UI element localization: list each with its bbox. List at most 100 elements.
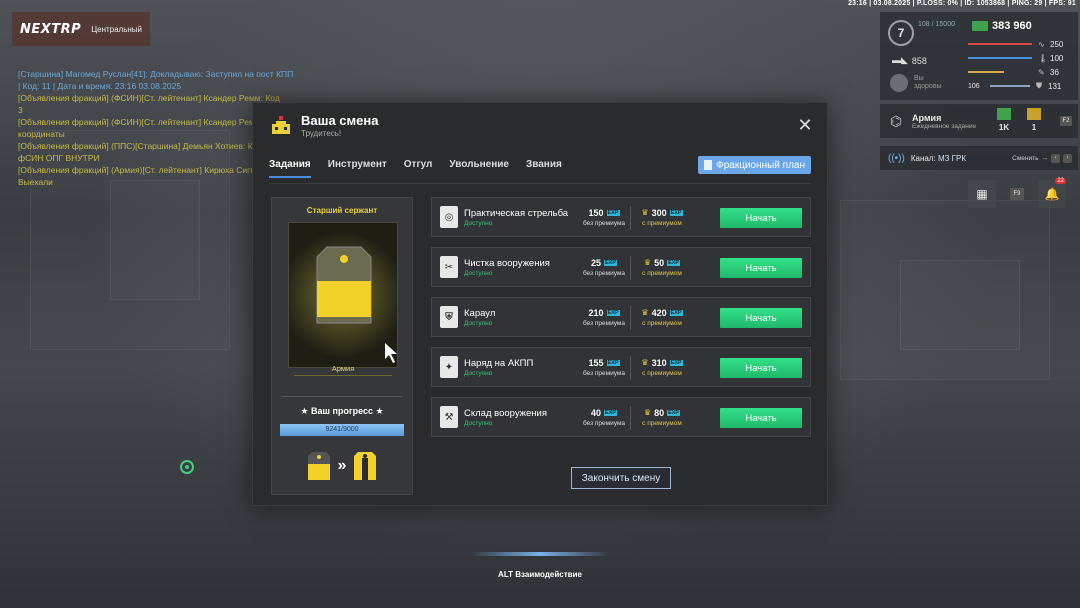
brush-icon: ✂ [440,256,458,278]
chat-line: | Код: 11 | Дата и время: 23:16 03.08.20… [18,81,182,91]
next-rank-icon [354,452,377,480]
current-rank-icon [307,452,330,480]
reward-premium: ♛ 310 EXP с премиумом [641,357,683,377]
bell-icon[interactable]: 🔔 22 [1038,178,1066,208]
tab-ranks[interactable]: Звания [526,159,562,178]
start-task-button[interactable]: Начать [720,408,802,428]
stat-health: ∿ 250 [968,38,1072,50]
gun-icon: ✦ [440,356,458,378]
player-hud: 7 108 / 15000 383 960 ∿ 250 🌡 100 ✎ 36 106 ⛊… [880,12,1078,100]
task-status: Доступно [464,419,493,427]
side-icons: ▦ F9 🔔 22 [968,178,1066,208]
chat-line: [Старшина] Магомед Руслан[41]: Докладыва… [18,69,294,79]
stat-food: ✎ 36 [968,66,1072,78]
reward-cash: 1K [992,108,1016,132]
cash-icon [997,108,1011,120]
army-building-icon [269,114,293,138]
crown-icon: ♛ [641,208,649,217]
signal-tower-icon: ⌬ [889,113,903,129]
gun-icon: ▬◣ [892,55,908,65]
status-bar: 23:16 | 03.08.2025 | P.LOSS: 0% | ID: 10… [848,0,1076,7]
tab-tools[interactable]: Инструмент [328,159,387,178]
calendar-icon[interactable]: ▦ [968,180,996,208]
daily-job-card[interactable]: ⌬ Армия Ежедневное задание 1K 1 F2 [880,104,1078,138]
reward-premium: ♛ 50 EXP с премиумом [642,257,682,277]
hotkey-f9: F9 [1010,188,1024,200]
crown-icon: ♛ [641,308,649,317]
crown-icon: ♛ [643,408,652,417]
modal-header: Ваша смена Трудитесь! [269,113,378,138]
task-name: Караул [464,307,496,319]
rank-upgrade-preview: » [272,450,412,482]
channel-switch[interactable]: Сменить → ‹ › [1012,153,1072,163]
tab-tasks[interactable]: Задания [269,159,311,178]
rank-insignia-image [288,222,398,368]
reward-premium: ♛ 420 EXP с премиумом [641,307,683,327]
stat-temperature: 🌡 100 [968,52,1072,64]
tabs-divider [269,183,811,184]
close-button[interactable]: ✕ [797,116,813,134]
radio-icon: ((•)) [888,152,905,164]
target-icon: ◎ [440,206,458,228]
rank-faction: Армия [294,364,392,376]
finish-shift-button[interactable]: Закончить смену [571,467,671,489]
food-icon: ✎ [1038,67,1045,77]
channel-bar: ((•)) Канал: МЗ ГРК Сменить → ‹ › [880,146,1078,170]
task-status: Доступно [464,369,493,377]
stat-armor: 106 ⛊ 131 [968,81,1062,91]
server-logo: NEXTRP Центральный [12,12,150,46]
modal-title: Ваша смена [301,113,379,128]
pulse-icon: ∿ [1038,39,1045,49]
rank-name: Старший сержант [306,206,378,215]
reward-base: 150 EXP без премиума [582,207,626,227]
task-row: ◎ Практическая стрельба Доступно 150 EXP … [431,197,811,237]
location-marker-icon [180,460,194,474]
reward-base: 210 EXP без премиума [582,307,626,327]
interaction-hint: ALT Взаимодействие [440,552,640,579]
tab-bar: Задания Инструмент Отгул Увольнение Зван… [269,159,579,178]
level-badge: 7 [888,20,914,46]
faction-plan-button[interactable]: Фракционный план [698,156,811,174]
tab-dismissal[interactable]: Увольнение [449,159,509,178]
task-name: Чистка вооружения [464,257,550,269]
health-status: Вы здоровы [890,74,944,92]
reward-base: 155 EXP без премиума [582,357,626,377]
modal-subtitle: Трудитесь! [301,129,342,138]
ticket-icon [1027,108,1041,120]
reward-ticket: 1 [1022,108,1046,132]
start-task-button[interactable]: Начать [720,208,802,228]
task-name: Практическая стрельба [464,207,569,219]
start-task-button[interactable]: Начать [720,308,802,328]
money-display: 383 960 [972,20,1032,32]
reward-premium: ♛ 300 EXP с премиумом [641,207,683,227]
start-task-button[interactable]: Начать [720,358,802,378]
tab-dayoff[interactable]: Отгул [404,159,433,178]
task-status: Доступно [464,219,493,227]
rank-card: Старший сержант Армия ★ Ваш прогресс ★ 9… [271,197,413,495]
heart-icon [890,74,908,92]
document-icon [704,160,713,170]
money-value: 383 960 [992,20,1032,32]
task-status: Доступно [464,269,493,277]
progress-title: ★ Ваш прогресс ★ [300,406,384,416]
reward-base: 25 EXP без премиума [582,257,626,277]
task-name: Наряд на АКПП [464,357,534,369]
progress-text: 9241/9000 [325,426,359,433]
crown-icon: ♛ [641,358,649,367]
crown-icon: ♛ [643,258,652,267]
task-status: Доступно [464,319,493,327]
task-row: ✦ Наряд на АКПП Доступно 155 EXP без прем… [431,347,811,387]
guard-icon: ⛨ [440,306,458,328]
reward-base: 40 EXP без премиума [582,407,626,427]
task-row: ⛨ Караул Доступно 210 EXP без премиума ♛ 4… [431,297,811,337]
server-name: Центральный [91,24,143,34]
start-task-button[interactable]: Начать [720,258,802,278]
cash-icon [972,21,988,31]
shift-modal: Ваша смена Трудитесь! ✕ Задания Инструме… [252,102,828,506]
hotkey-f2: F2 [1060,116,1072,126]
weapon-display: ▬◣ 858 [892,55,927,66]
task-row: ⚒ Склад вооружения Доступно 40 EXP без пр… [431,397,811,437]
shield-icon: ⛊ [1036,81,1042,90]
xp-counter: 108 / 15000 [918,21,955,28]
thermo-icon: 🌡 [1038,53,1049,63]
